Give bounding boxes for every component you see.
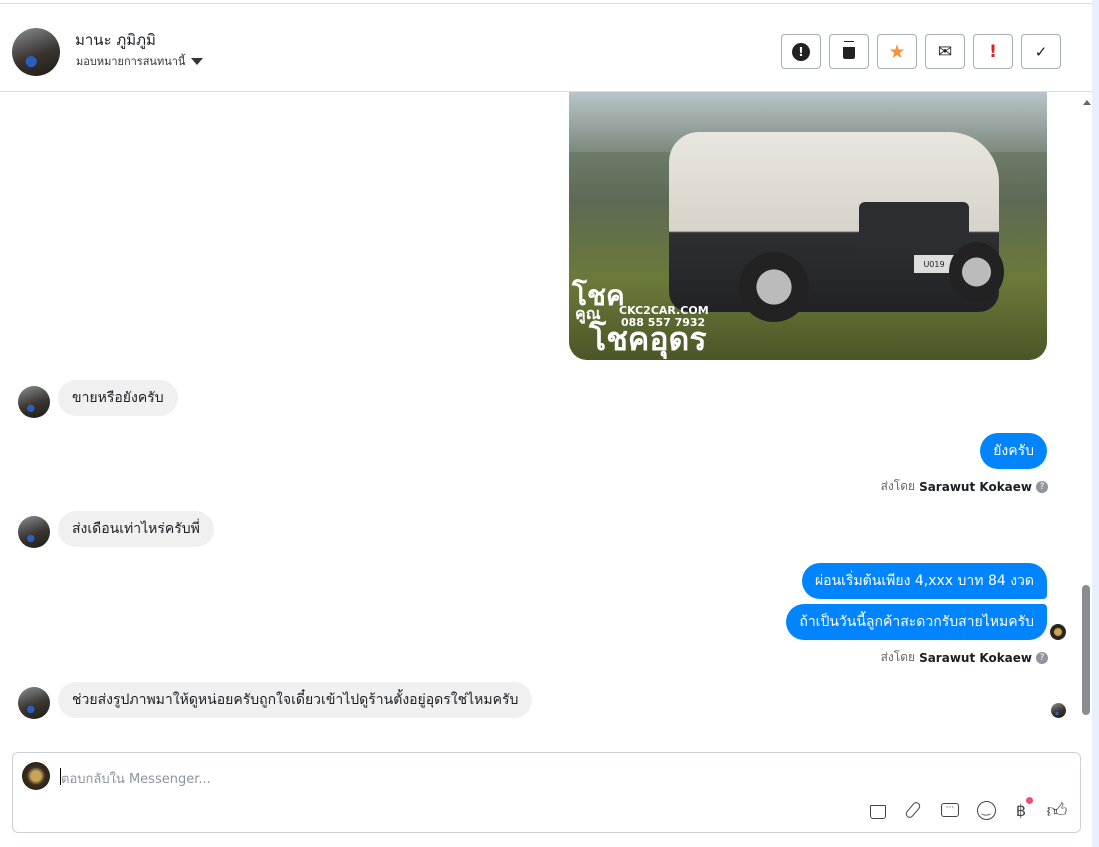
car-ad-image[interactable]: U019 โชค คูณ โชคอุดร CKC2CAR.COM 088 557… bbox=[569, 92, 1047, 360]
sent-by-name: Sarawut Kokaew bbox=[919, 479, 1032, 494]
incoming-message: ขายหรือยังครับ bbox=[58, 380, 178, 416]
speech-bubble-icon: ··· bbox=[941, 803, 959, 817]
mark-unread-button[interactable]: ✉ bbox=[925, 34, 965, 69]
baht-icon: ฿ bbox=[1015, 800, 1027, 820]
license-plate: U019 bbox=[914, 255, 954, 273]
smiley-icon: ‿ bbox=[976, 800, 996, 820]
wheel bbox=[739, 252, 809, 322]
reply-input[interactable]: ตอบกลับใน Messenger... bbox=[61, 768, 211, 789]
contact-avatar bbox=[18, 516, 50, 548]
like-button[interactable]: 👍︎ bbox=[1044, 797, 1070, 823]
star-icon: ★ bbox=[888, 40, 906, 63]
sent-by-label: ส่งโดย Sarawut Kokaew ? bbox=[881, 477, 1048, 496]
attach-button[interactable] bbox=[900, 797, 926, 823]
star-button[interactable]: ★ bbox=[877, 34, 917, 69]
page-avatar bbox=[22, 762, 50, 790]
help-icon[interactable]: ? bbox=[1036, 651, 1048, 664]
check-icon: ✓ bbox=[1034, 42, 1048, 61]
contact-avatar bbox=[18, 687, 50, 719]
payment-button[interactable]: ฿ bbox=[1008, 797, 1034, 823]
shop-bag-button[interactable] bbox=[865, 797, 891, 823]
sent-by-prefix: ส่งโดย bbox=[880, 650, 916, 664]
shopping-bag-icon bbox=[870, 805, 886, 819]
alert-circle-icon: ! bbox=[792, 42, 810, 61]
assign-label: มอบหมายการสนทนานี้ bbox=[76, 55, 186, 68]
contact-avatar[interactable] bbox=[12, 28, 60, 76]
saved-replies-button[interactable]: ··· bbox=[937, 797, 963, 823]
conversation-header: มานะ ภูมิภูมิ มอบหมายการสนทนานี้ ! ★ ✉ !… bbox=[0, 4, 1092, 92]
incoming-message: ส่งเดือนเท่าไหร่ครับพี่ bbox=[58, 511, 214, 547]
outgoing-message: ถ้าเป็นวันนี้ลูกค้าสะดวกรับสายไหมครับ bbox=[786, 604, 1047, 640]
caret-down-icon bbox=[191, 57, 204, 65]
window-edge bbox=[1092, 0, 1099, 847]
thumbs-up-icon: 👍︎ bbox=[1046, 797, 1068, 822]
outgoing-message: ผ่อนเริ่มต้นเพียง 4,xxx บาท 84 งวด bbox=[801, 563, 1047, 599]
scrollbar-thumb[interactable] bbox=[1082, 585, 1090, 715]
phone-text: 088 557 7932 bbox=[621, 316, 706, 329]
report-spam-button[interactable]: ! bbox=[781, 34, 821, 69]
seen-contact-avatar bbox=[1051, 703, 1066, 718]
sent-by-name: Sarawut Kokaew bbox=[919, 650, 1032, 665]
outgoing-message: ยังครับ bbox=[980, 433, 1047, 469]
envelope-open-icon: ✉ bbox=[937, 41, 953, 62]
incoming-message: ช่วยส่งรูปภาพมาให้ดูหน่อยครับถูกใจเดี๋ยว… bbox=[58, 682, 533, 718]
paperclip-icon bbox=[904, 800, 922, 820]
wheel bbox=[949, 242, 1004, 302]
assign-conversation-dropdown[interactable]: มอบหมายการสนทนานี้ bbox=[76, 52, 204, 70]
help-icon[interactable]: ? bbox=[1036, 480, 1048, 493]
notification-dot bbox=[1026, 797, 1033, 804]
exclamation-icon: ! bbox=[989, 41, 997, 62]
truck-grille bbox=[859, 202, 969, 252]
follow-up-button[interactable]: ! bbox=[973, 34, 1013, 69]
scroll-up-icon[interactable] bbox=[1083, 100, 1091, 105]
sent-by-prefix: ส่งโดย bbox=[880, 479, 916, 493]
sent-by-label: ส่งโดย Sarawut Kokaew ? bbox=[881, 648, 1048, 667]
trash-icon bbox=[841, 42, 857, 61]
delete-button[interactable] bbox=[829, 34, 869, 69]
contact-name[interactable]: มานะ ภูมิภูมิ bbox=[75, 28, 156, 52]
emoji-button[interactable]: ‿ bbox=[973, 797, 999, 823]
seen-page-avatar bbox=[1050, 624, 1066, 640]
contact-avatar bbox=[18, 386, 50, 418]
mark-done-button[interactable]: ✓ bbox=[1021, 34, 1061, 69]
